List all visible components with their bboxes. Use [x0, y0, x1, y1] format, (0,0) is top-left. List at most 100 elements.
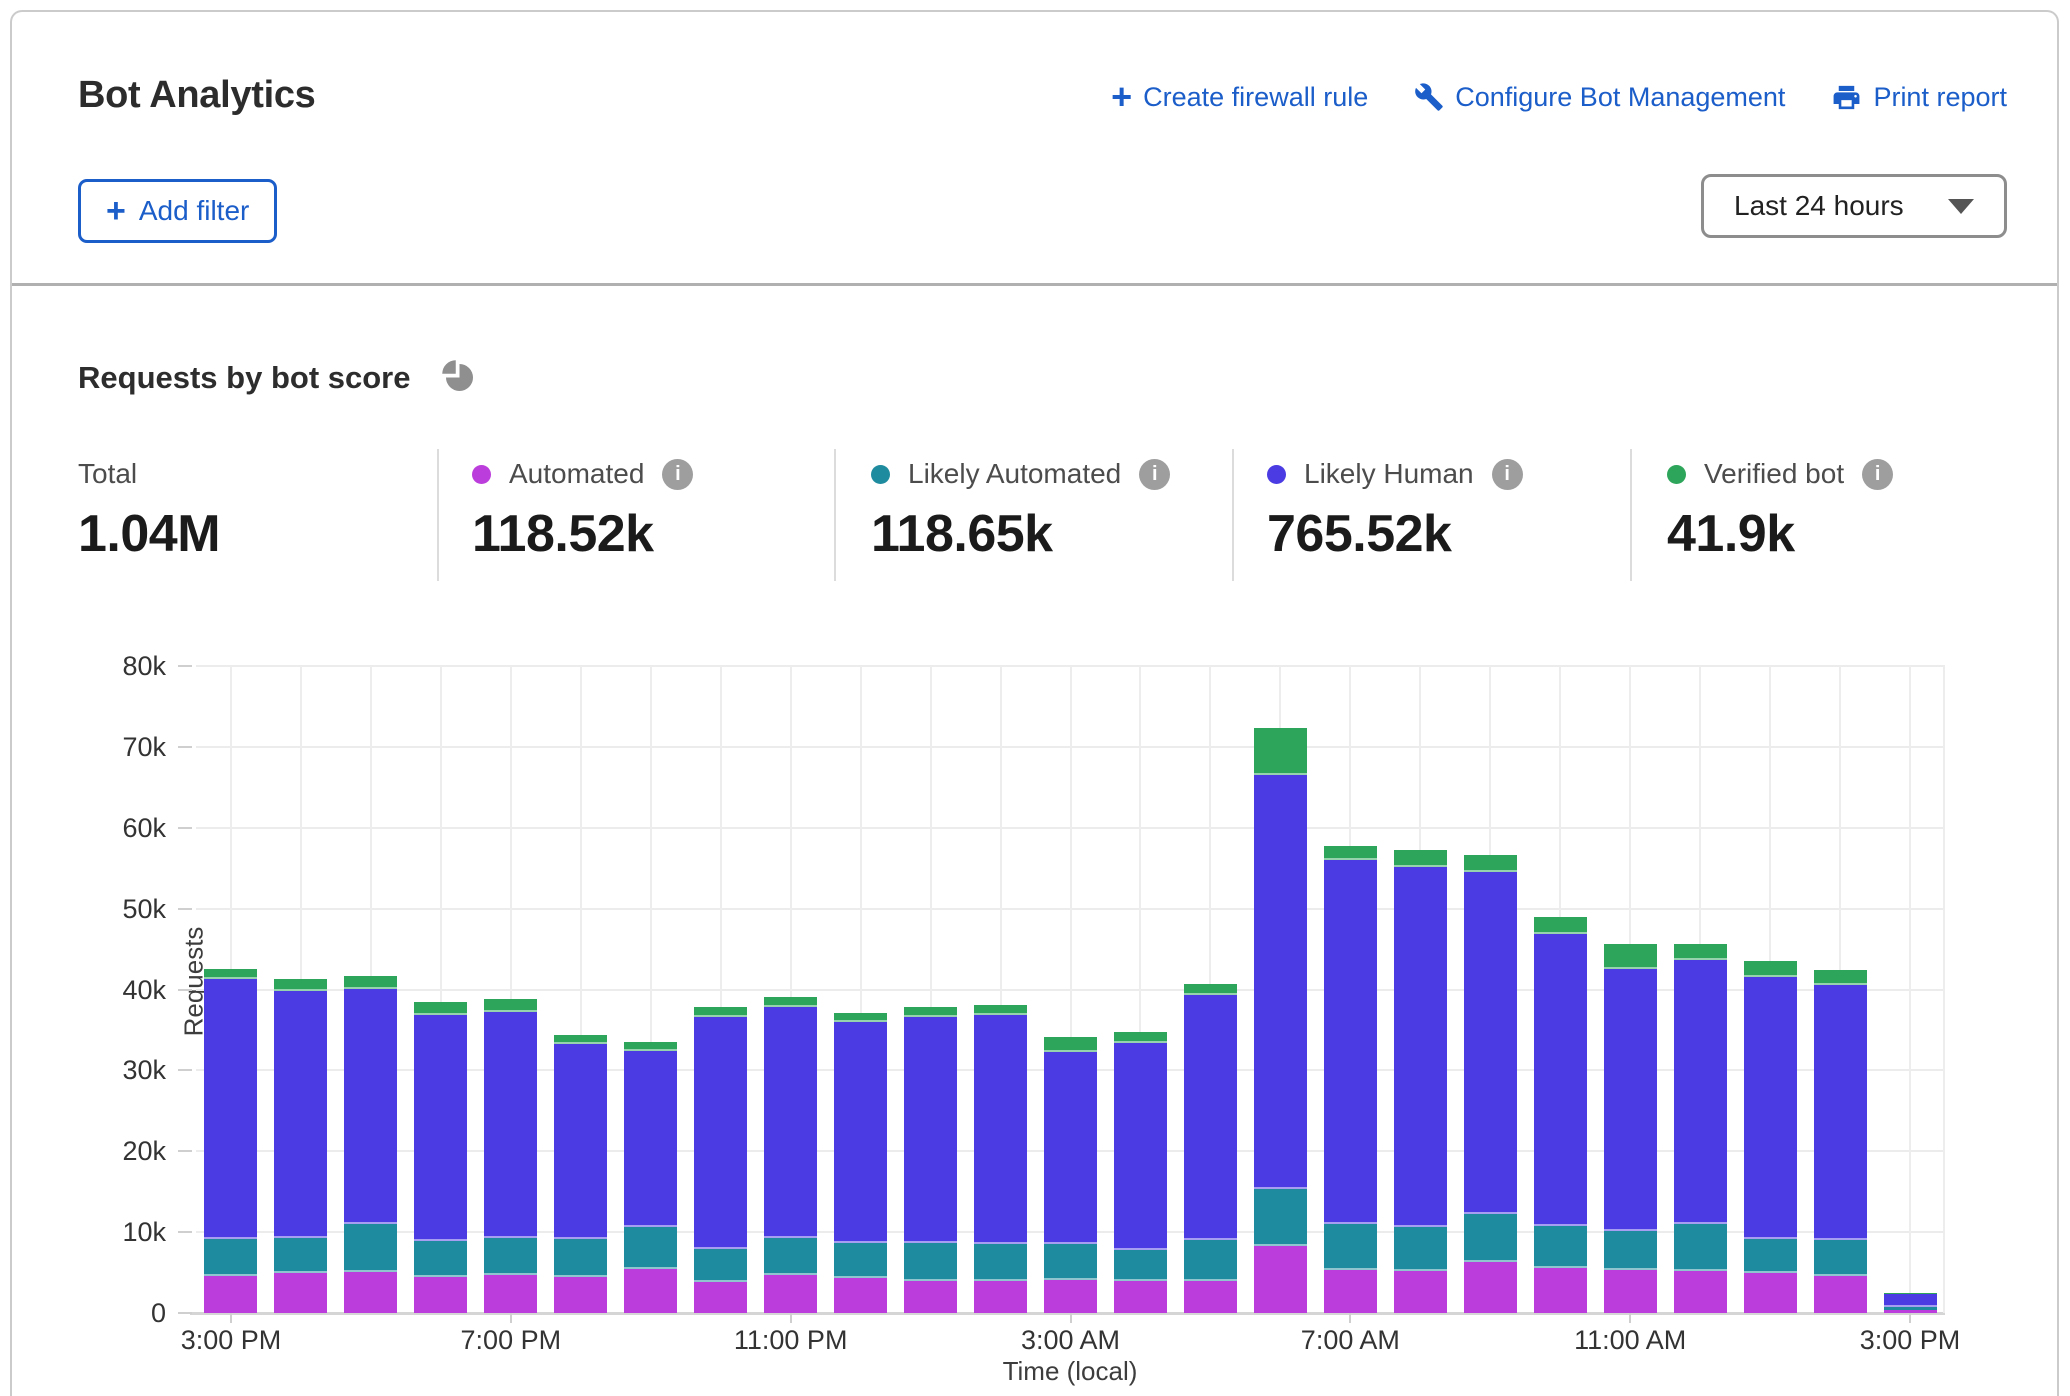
bar-segment-likely-human[interactable]: [1254, 775, 1307, 1189]
bar-segment-automated[interactable]: [834, 1278, 887, 1313]
bar-segment-automated[interactable]: [274, 1273, 327, 1313]
bar-segment-automated[interactable]: [1744, 1273, 1797, 1313]
bar-segment-likely-automated[interactable]: [1254, 1189, 1307, 1246]
bar-9-00-am[interactable]: [1464, 855, 1517, 1313]
bar-segment-likely-human[interactable]: [764, 1007, 817, 1237]
bar-segment-likely-automated[interactable]: [834, 1243, 887, 1279]
bar-segment-verified-bot[interactable]: [764, 997, 817, 1008]
bar-segment-verified-bot[interactable]: [1044, 1037, 1097, 1052]
bar-segment-likely-automated[interactable]: [1814, 1240, 1867, 1276]
bar-5-00-am[interactable]: [1184, 984, 1237, 1313]
bar-segment-likely-automated[interactable]: [204, 1239, 257, 1275]
bar-segment-automated[interactable]: [1184, 1281, 1237, 1313]
bar-segment-verified-bot[interactable]: [1394, 850, 1447, 867]
bar-segment-verified-bot[interactable]: [834, 1013, 887, 1022]
time-range-select[interactable]: Last 24 hours: [1701, 174, 2007, 238]
bar-segment-verified-bot[interactable]: [1184, 984, 1237, 995]
bar-11-00-am[interactable]: [1604, 944, 1657, 1313]
create-firewall-rule-link[interactable]: + Create firewall rule: [1111, 82, 1368, 113]
bar-segment-verified-bot[interactable]: [1674, 944, 1727, 959]
bar-segment-automated[interactable]: [1324, 1270, 1377, 1313]
bar-segment-likely-human[interactable]: [1044, 1052, 1097, 1244]
bar-7-00-pm[interactable]: [484, 999, 537, 1313]
bar-segment-likely-human[interactable]: [1394, 867, 1447, 1228]
bar-segment-automated[interactable]: [694, 1282, 747, 1313]
bar-segment-likely-human[interactable]: [1674, 960, 1727, 1224]
bar-10-00-am[interactable]: [1534, 917, 1587, 1313]
bar-segment-likely-human[interactable]: [1464, 872, 1517, 1214]
configure-bot-management-link[interactable]: Configure Bot Management: [1414, 82, 1785, 113]
bar-segment-verified-bot[interactable]: [1324, 846, 1377, 861]
bar-segment-automated[interactable]: [764, 1275, 817, 1313]
bar-segment-automated[interactable]: [1534, 1268, 1587, 1313]
bar-segment-verified-bot[interactable]: [554, 1035, 607, 1044]
bar-segment-verified-bot[interactable]: [1254, 728, 1307, 775]
bar-1-00-pm[interactable]: [1744, 961, 1797, 1313]
bar-12-00-pm[interactable]: [1674, 944, 1727, 1313]
bar-1-00-am[interactable]: [904, 1007, 957, 1313]
bar-segment-likely-human[interactable]: [1604, 969, 1657, 1230]
bar-6-00-am[interactable]: [1254, 728, 1307, 1313]
bar-segment-automated[interactable]: [904, 1281, 957, 1313]
bar-3-00-pm[interactable]: [1884, 1293, 1937, 1313]
bar-segment-likely-human[interactable]: [414, 1015, 467, 1241]
bar-segment-automated[interactable]: [344, 1272, 397, 1313]
bar-segment-likely-human[interactable]: [344, 989, 397, 1224]
bar-segment-likely-human[interactable]: [904, 1017, 957, 1243]
bar-segment-likely-automated[interactable]: [1044, 1244, 1097, 1280]
bar-4-00-pm[interactable]: [274, 979, 327, 1313]
bar-segment-likely-automated[interactable]: [624, 1227, 677, 1268]
bar-7-00-am[interactable]: [1324, 846, 1377, 1313]
bar-segment-likely-human[interactable]: [624, 1051, 677, 1227]
bar-3-00-pm[interactable]: [204, 968, 257, 1313]
bar-segment-likely-human[interactable]: [274, 991, 327, 1238]
bar-segment-verified-bot[interactable]: [904, 1007, 957, 1017]
bar-9-00-pm[interactable]: [624, 1042, 677, 1313]
bar-2-00-am[interactable]: [974, 1005, 1027, 1313]
bar-segment-verified-bot[interactable]: [1744, 961, 1797, 976]
bar-8-00-am[interactable]: [1394, 850, 1447, 1313]
bar-12-00-am[interactable]: [834, 1013, 887, 1313]
bar-segment-verified-bot[interactable]: [694, 1007, 747, 1017]
bar-segment-likely-automated[interactable]: [414, 1241, 467, 1277]
bar-6-00-pm[interactable]: [414, 1002, 467, 1313]
bar-10-00-pm[interactable]: [694, 1007, 747, 1313]
info-icon[interactable]: i: [1862, 459, 1893, 490]
bar-2-00-pm[interactable]: [1814, 970, 1867, 1313]
bar-segment-likely-human[interactable]: [484, 1012, 537, 1238]
bar-segment-likely-human[interactable]: [1114, 1043, 1167, 1250]
bar-segment-automated[interactable]: [1814, 1276, 1867, 1313]
bar-segment-verified-bot[interactable]: [414, 1002, 467, 1014]
bar-segment-likely-automated[interactable]: [554, 1239, 607, 1276]
bar-segment-likely-automated[interactable]: [1744, 1239, 1797, 1273]
bar-segment-automated[interactable]: [1394, 1271, 1447, 1313]
bar-segment-automated[interactable]: [974, 1281, 1027, 1313]
bar-segment-automated[interactable]: [204, 1276, 257, 1313]
bar-segment-verified-bot[interactable]: [1814, 970, 1867, 985]
bar-segment-likely-automated[interactable]: [1604, 1231, 1657, 1271]
info-icon[interactable]: i: [1139, 459, 1170, 490]
bar-segment-verified-bot[interactable]: [624, 1042, 677, 1051]
bar-segment-verified-bot[interactable]: [974, 1005, 1027, 1016]
bar-segment-likely-human[interactable]: [1884, 1294, 1937, 1308]
bar-segment-likely-human[interactable]: [1744, 977, 1797, 1239]
bar-segment-likely-automated[interactable]: [484, 1238, 537, 1275]
bar-5-00-pm[interactable]: [344, 976, 397, 1313]
bar-segment-likely-automated[interactable]: [274, 1238, 327, 1274]
bar-11-00-pm[interactable]: [764, 997, 817, 1313]
bar-segment-verified-bot[interactable]: [344, 976, 397, 989]
bar-segment-automated[interactable]: [484, 1275, 537, 1313]
bar-segment-likely-automated[interactable]: [1464, 1214, 1517, 1262]
print-report-link[interactable]: Print report: [1831, 82, 2007, 113]
bar-segment-automated[interactable]: [414, 1277, 467, 1313]
bar-segment-automated[interactable]: [624, 1269, 677, 1313]
bar-segment-likely-human[interactable]: [1814, 985, 1867, 1240]
bar-3-00-am[interactable]: [1044, 1037, 1097, 1313]
bar-segment-likely-human[interactable]: [1534, 934, 1587, 1227]
bar-segment-likely-human[interactable]: [204, 979, 257, 1239]
bar-segment-verified-bot[interactable]: [1464, 855, 1517, 872]
bar-segment-likely-automated[interactable]: [344, 1224, 397, 1272]
bar-segment-likely-automated[interactable]: [1534, 1226, 1587, 1267]
bar-segment-verified-bot[interactable]: [1114, 1032, 1167, 1043]
bar-8-00-pm[interactable]: [554, 1035, 607, 1313]
